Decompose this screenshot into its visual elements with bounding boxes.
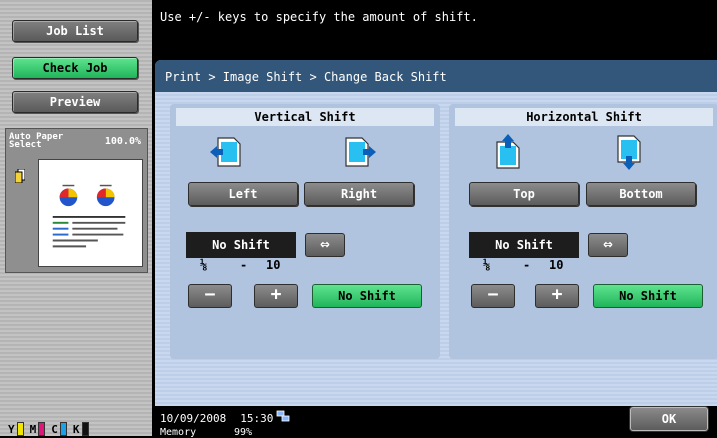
left-sidebar: Job List Check Job Preview Auto Paper Se… — [0, 0, 152, 436]
shift-top-icon — [496, 134, 520, 169]
shift-right-icon — [345, 137, 376, 167]
left-button[interactable]: Left — [188, 182, 298, 206]
check-job-button[interactable]: Check Job — [12, 57, 138, 79]
toner-levels: Y M C K — [8, 418, 89, 436]
breadcrumb: Print > Image Shift > Change Back Shift — [155, 60, 717, 92]
plus-button[interactable]: + — [535, 284, 579, 308]
status-date: 10/09/2008 — [160, 412, 227, 425]
preview-panel: Auto Paper Select 100.0% — [5, 128, 148, 273]
toner-letter: Y — [8, 423, 15, 436]
bottom-button[interactable]: Bottom — [586, 182, 696, 206]
vertical-shift-title: Vertical Shift — [176, 108, 434, 126]
toner-bar — [16, 422, 24, 436]
range-max: 10 — [549, 258, 564, 272]
toner-black: K — [73, 422, 89, 436]
paper-setting: Auto Paper Select — [9, 133, 63, 150]
document-stack-icon — [15, 169, 25, 183]
job-list-button[interactable]: Job List — [12, 20, 138, 42]
right-button[interactable]: Right — [304, 182, 414, 206]
toner-letter: M — [29, 423, 37, 436]
toner-bar — [81, 422, 89, 436]
dialog-body: Vertical Shift Left Right No Shift ⇔ ⅛ -… — [155, 92, 717, 406]
toner-bar — [59, 422, 67, 436]
no-shift-button[interactable]: No Shift — [593, 284, 703, 308]
range-min: ⅛ — [483, 258, 491, 272]
range-separator: - — [523, 258, 531, 272]
toner-cyan: C — [51, 422, 67, 436]
memory-value: 99% — [234, 427, 253, 438]
zoom-ratio: 100.0% — [104, 136, 141, 147]
vertical-shift-value: No Shift — [186, 232, 296, 258]
horizontal-shift-group: Horizontal Shift Top Bottom No Shift ⇔ ⅛… — [449, 104, 717, 359]
minus-button[interactable]: − — [188, 284, 232, 308]
shift-left-icon — [210, 137, 241, 167]
toner-letter: C — [51, 423, 58, 436]
horizontal-shift-value: No Shift — [469, 232, 579, 258]
memory-label: Memory — [160, 427, 197, 438]
vertical-shift-group: Vertical Shift Left Right No Shift ⇔ ⅛ -… — [170, 104, 440, 359]
range-max: 10 — [266, 258, 281, 272]
range-separator: - — [240, 258, 248, 272]
image-shift-dialog: Print > Image Shift > Change Back Shift … — [155, 60, 717, 406]
top-button[interactable]: Top — [469, 182, 579, 206]
instruction-message: Use +/- keys to specify the amount of sh… — [160, 10, 478, 24]
range-min: ⅛ — [200, 258, 208, 272]
minus-button[interactable]: − — [471, 284, 515, 308]
preview-button[interactable]: Preview — [12, 91, 138, 113]
no-shift-button[interactable]: No Shift — [312, 284, 422, 308]
network-icon — [276, 410, 290, 422]
toner-yellow: Y — [8, 422, 24, 436]
ok-button[interactable]: OK — [630, 407, 708, 431]
paper-line2: Select — [9, 140, 42, 150]
toner-bar — [38, 422, 46, 436]
shift-bottom-icon — [617, 135, 641, 170]
toner-letter: K — [72, 423, 80, 436]
toner-magenta: M — [30, 422, 46, 436]
swap-direction-button[interactable]: ⇔ — [305, 233, 345, 257]
plus-button[interactable]: + — [254, 284, 298, 308]
horizontal-shift-title: Horizontal Shift — [455, 108, 713, 126]
swap-direction-button[interactable]: ⇔ — [588, 233, 628, 257]
page-preview-thumbnail — [38, 159, 143, 267]
status-datetime: 10/09/2008 15:30 — [160, 413, 273, 424]
status-time: 15:30 — [240, 412, 274, 425]
